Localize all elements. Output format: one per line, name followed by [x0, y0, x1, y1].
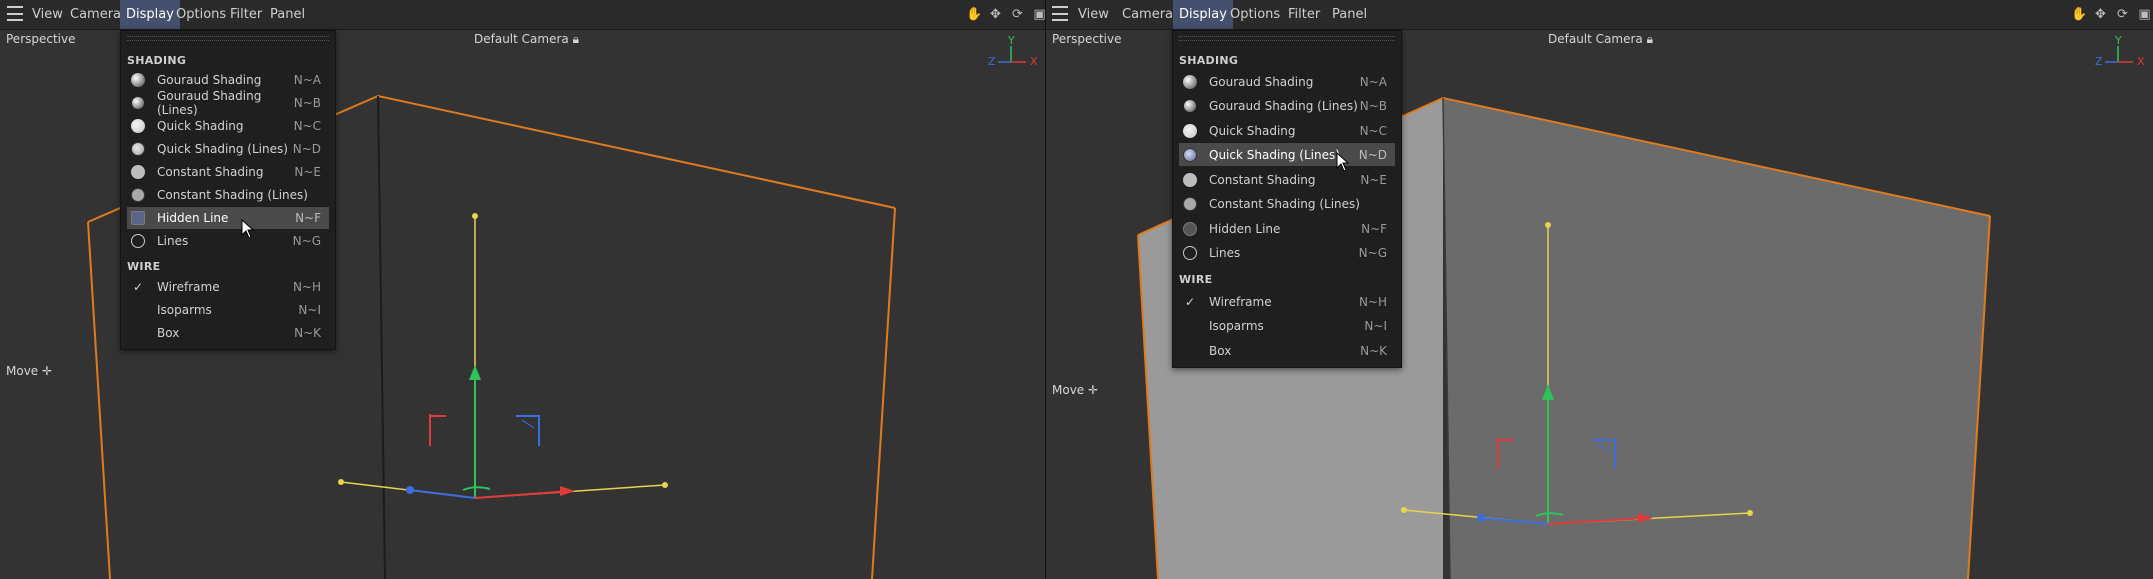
menu-item-gouraud[interactable]: Gouraud Shading N~A: [127, 69, 329, 91]
move-icon: ✛: [1088, 383, 1099, 397]
lines-icon: [131, 234, 145, 248]
mouse-cursor-icon: [1336, 152, 1350, 172]
menu-item-box[interactable]: Box N~K: [1179, 339, 1395, 362]
axis-y-label: Y: [2115, 34, 2122, 47]
viewport-label: Perspective: [6, 32, 76, 46]
wire-header: WIRE: [1179, 273, 1213, 286]
menu-item-isoparms[interactable]: Isoparms N~I: [1179, 314, 1395, 337]
menu-item-gouraud-lines[interactable]: Gouraud Shading (Lines) N~B: [1179, 94, 1395, 117]
menu-item-constant-lines[interactable]: Constant Shading (Lines): [127, 184, 329, 206]
camera-label[interactable]: Default Camera 🔒︎: [1548, 32, 1653, 47]
constant-shading-icon: [131, 165, 145, 179]
axis-z-label: Z: [988, 55, 996, 68]
quick-shading-icon: [1183, 123, 1197, 138]
quick-shading-lines-icon: [131, 142, 145, 156]
menu-item-isoparms[interactable]: Isoparms N~I: [127, 299, 329, 321]
menu-item-gouraud[interactable]: Gouraud Shading N~A: [1179, 70, 1395, 93]
lock-icon: 🔒︎: [1646, 32, 1653, 46]
pan-hand-icon[interactable]: ✋: [966, 7, 982, 22]
move-view-icon[interactable]: ✥: [988, 7, 1003, 22]
menu-item-quick-lines[interactable]: Quick Shading (Lines) N~D: [1179, 143, 1395, 166]
menu-item-quick[interactable]: Quick Shading N~C: [127, 115, 329, 137]
camera-name: Default Camera: [474, 32, 569, 46]
tearoff-grip[interactable]: [1179, 36, 1395, 41]
lock-icon: 🔒︎: [572, 32, 579, 46]
wire-header: WIRE: [127, 260, 161, 273]
gouraud-icon: [131, 73, 145, 87]
shading-header: SHADING: [1179, 54, 1239, 67]
maximize-view-icon[interactable]: ▣: [1032, 7, 1045, 22]
menu-item-constant[interactable]: Constant Shading N~E: [127, 161, 329, 183]
gouraud-lines-icon: [131, 96, 145, 110]
menu-item-constant-lines[interactable]: Constant Shading (Lines): [1179, 192, 1395, 215]
axis-x-label: X: [1030, 55, 1038, 68]
menu-item-quick-lines[interactable]: Quick Shading (Lines) N~D: [127, 138, 329, 160]
menu-view[interactable]: View: [1072, 0, 1115, 29]
tearoff-grip[interactable]: [127, 36, 329, 41]
hamburger-icon[interactable]: [1052, 6, 1068, 21]
menu-item-quick[interactable]: Quick Shading N~C: [1179, 119, 1395, 142]
gouraud-lines-icon: [1183, 98, 1197, 113]
shading-header: SHADING: [127, 54, 187, 67]
axis-x-label: X: [2137, 55, 2145, 68]
constant-shading-icon: [1183, 172, 1197, 187]
menu-item-hidden-line[interactable]: Hidden Line N~F: [127, 207, 329, 229]
rotate-view-icon[interactable]: ⟳: [1010, 7, 1025, 22]
menu-item-wireframe[interactable]: ✓ Wireframe N~H: [127, 276, 329, 298]
menu-panel[interactable]: Panel: [264, 0, 311, 29]
check-icon: ✓: [1184, 294, 1196, 309]
hamburger-icon[interactable]: [7, 6, 23, 21]
display-dropdown: SHADING Gouraud Shading N~A Gouraud Shadi…: [1172, 30, 1402, 368]
rotate-view-icon[interactable]: ⟳: [2115, 7, 2130, 22]
menu-options[interactable]: Options: [1224, 0, 1286, 29]
move-view-icon[interactable]: ✥: [2093, 7, 2108, 22]
move-icon: ✛: [42, 364, 53, 378]
lines-icon: [1183, 245, 1197, 260]
menu-filter[interactable]: Filter: [224, 0, 268, 29]
hidden-line-icon: [1183, 221, 1197, 236]
menu-item-box[interactable]: Box N~K: [127, 322, 329, 344]
viewport-menubar: View Cameras Display Options Filter Pane…: [0, 0, 1045, 30]
tool-name: Move: [6, 364, 39, 378]
camera-label[interactable]: Default Camera 🔒︎: [474, 32, 579, 47]
axis-z-label: Z: [2095, 55, 2103, 68]
tool-label: Move ✛: [1052, 383, 1098, 397]
tool-label: Move ✛: [6, 364, 52, 378]
menu-item-wireframe[interactable]: ✓ Wireframe N~H: [1179, 290, 1395, 313]
camera-name: Default Camera: [1548, 32, 1643, 46]
quick-shading-lines-icon: [1183, 147, 1197, 162]
gouraud-icon: [1183, 74, 1197, 89]
menu-item-lines[interactable]: Lines N~G: [1179, 241, 1395, 264]
display-dropdown: SHADING Gouraud Shading N~A Gouraud Shadi…: [120, 30, 336, 350]
menu-item-hidden-line[interactable]: Hidden Line N~F: [1179, 217, 1395, 240]
constant-shading-lines-icon: [131, 188, 145, 202]
menu-options[interactable]: Options: [170, 0, 232, 29]
menu-filter[interactable]: Filter: [1282, 0, 1326, 29]
menu-view[interactable]: View: [26, 0, 69, 29]
menu-panel[interactable]: Panel: [1326, 0, 1373, 29]
menu-item-gouraud-lines[interactable]: Gouraud Shading (Lines) N~B: [127, 89, 329, 117]
viewport-label: Perspective: [1052, 32, 1122, 46]
right-viewport-panel: View Cameras Display Options Filter Pane…: [1046, 0, 2153, 579]
check-icon: ✓: [132, 280, 144, 294]
tool-name: Move: [1052, 383, 1085, 397]
axis-y-label: Y: [1008, 34, 1015, 47]
maximize-view-icon[interactable]: ▣: [2137, 7, 2152, 22]
hidden-line-icon: [131, 211, 145, 225]
quick-shading-icon: [131, 119, 145, 133]
viewport-menubar: View Cameras Display Options Filter Pane…: [1046, 0, 2153, 30]
left-viewport-panel: View Cameras Display Options Filter Pane…: [0, 0, 1045, 579]
menu-item-constant[interactable]: Constant Shading N~E: [1179, 168, 1395, 191]
constant-shading-lines-icon: [1183, 196, 1197, 211]
pan-hand-icon[interactable]: ✋: [2071, 7, 2087, 22]
mouse-cursor-icon: [241, 219, 255, 239]
menu-item-lines[interactable]: Lines N~G: [127, 230, 329, 252]
